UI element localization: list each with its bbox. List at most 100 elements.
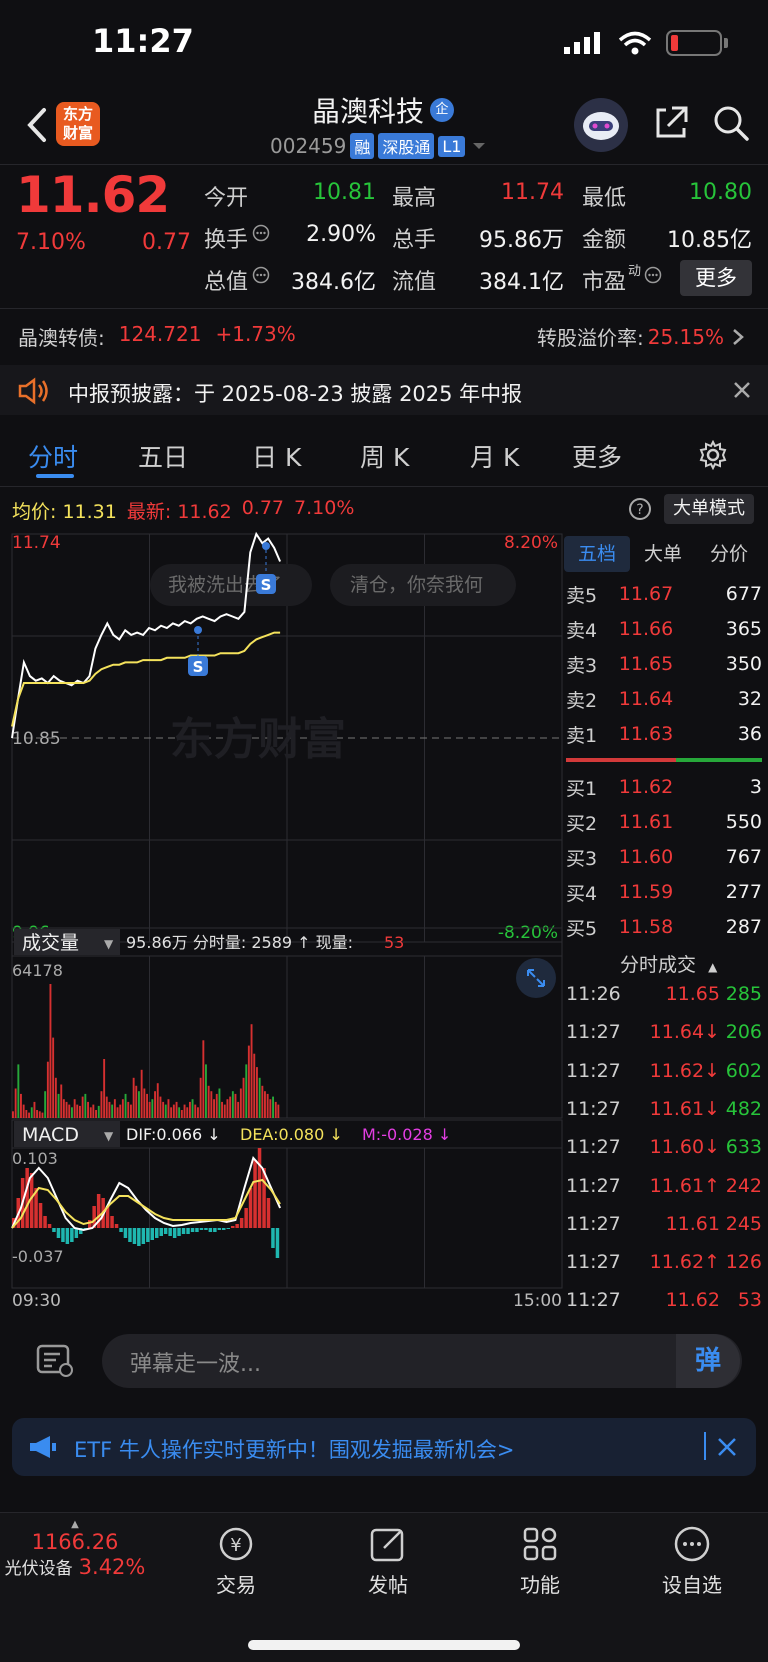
tab-underline [36,474,74,478]
level-label: 卖4 [566,619,598,642]
volume-bar [95,1110,97,1118]
trade-time: 11:27 [566,1059,621,1082]
level-price: 11.64 [618,688,674,710]
level-volume: 767 [725,846,762,868]
more-button[interactable]: 更多 [680,260,752,296]
stat-label: 最低 [582,186,627,211]
macd-hist-bar [119,1228,123,1232]
tab-monthly-k[interactable]: 月 K [470,438,519,474]
back-arrow-icon[interactable] [18,100,58,150]
volume-bar [20,1093,22,1118]
volume-bar [68,1104,71,1118]
premium-label: 转股溢价率: [536,326,644,350]
trade-volume: 206 [725,1021,762,1044]
big-order-mode-button[interactable]: 大单模式 [664,494,754,524]
trade-price: 11.62↑ [649,1251,720,1274]
tab-5day[interactable]: 五日 [138,438,188,474]
dropdown-icon[interactable] [469,139,489,153]
intraday-chart[interactable]: 东方财富我被洗出去了清仓，你奈我何11.7410.859.968.20%-8.2… [0,528,566,1308]
premium-rate[interactable]: 转股溢价率: 25.15% [537,322,748,351]
volume-bar [218,1088,221,1118]
level-price: 11.62 [618,776,674,798]
volume-bar [116,1107,119,1118]
order-book-row[interactable]: 卖1 11.63 36 [566,718,762,750]
volume-bar [239,1088,242,1118]
volume-bar [231,1091,234,1118]
volume-bar [97,1105,100,1118]
share-icon[interactable] [652,104,690,142]
volume-bar [258,1077,261,1118]
nav-functions[interactable]: 功能 [480,1524,600,1598]
tab-weekly-k[interactable]: 周 K [360,438,409,474]
volume-bar [253,1053,256,1118]
stock-name: 晶澳科技 [312,95,425,128]
order-book-row[interactable]: 买4 11.59 277 [566,876,762,908]
order-book-row[interactable]: 卖5 11.67 677 [566,578,762,610]
danmu-send-button[interactable]: 弹 [676,1334,740,1388]
order-book-row[interactable]: 买2 11.61 550 [566,806,762,838]
volume-bar [213,1099,215,1118]
volume-bar [49,984,52,1118]
nav-add-watchlist[interactable]: 设自选 [632,1524,752,1598]
level-volume: 36 [737,723,762,745]
tab-big-orders[interactable]: 大单 [630,536,696,572]
wifi-icon [618,31,652,55]
volume-bar [135,1085,138,1118]
settings-gear-icon[interactable] [698,440,728,470]
banner-close-icon[interactable] [716,1436,738,1458]
caret-up-icon: ▲ [71,1519,79,1530]
volume-bar [113,1099,116,1118]
trades-title[interactable]: 分时成交 ▲ [620,950,717,977]
nav-post[interactable]: 发帖 [328,1524,448,1598]
order-book-row[interactable]: 买3 11.60 767 [566,841,762,873]
tab-price-dist[interactable]: 分价 [696,536,762,572]
tab-five-levels[interactable]: 五档 [564,536,630,572]
volume-bar [261,1085,264,1118]
volume-bar [17,1064,20,1118]
trade-row: 11:27 11.61↓ 482 [566,1091,762,1127]
volume-bar [71,1107,73,1118]
sell-marker-label: S [193,658,204,676]
volume-bar [121,1099,124,1118]
trade-time: 11:27 [566,1289,621,1312]
nav-trade-label: 交易 [216,1573,256,1597]
watermark: 东方财富 [170,715,346,764]
premium-value: 25.15% [647,324,724,349]
trade-volume: 602 [725,1059,762,1082]
volume-bar [164,1104,167,1118]
volume-selector: 成交量 [22,932,79,954]
close-icon[interactable] [732,380,752,400]
convertible-bond[interactable]: 晶澳转债: 124.721 +1.73% [18,322,296,351]
volume-bar [221,1101,223,1118]
volume-bar [183,1104,186,1118]
volume-bar [124,1093,127,1118]
macd-hist-bar [110,1216,114,1228]
index-widget[interactable]: ▲ 1166.26 光伏设备 3.42% [0,1519,150,1580]
nav-trade[interactable]: ¥ 交易 [176,1524,296,1598]
volume-bar [33,1101,36,1118]
volume-bar [234,1093,237,1118]
order-book-row[interactable]: 卖2 11.64 32 [566,683,762,715]
volume-bar [119,1104,122,1118]
volume-bar [229,1096,232,1118]
tab-daily-k[interactable]: 日 K [252,438,301,474]
order-book-row[interactable]: 买1 11.62 3 [566,771,762,803]
order-book-row[interactable]: 卖4 11.66 365 [566,613,762,645]
volume-bar [175,1101,178,1118]
volume-bar [226,1099,229,1118]
robot-avatar-icon[interactable] [574,98,628,152]
volume-bar [189,1101,191,1118]
tab-intraday[interactable]: 分时 [28,438,78,474]
tab-more[interactable]: 更多 [572,438,622,474]
volume-bar [194,1104,197,1118]
volume-bar [81,1096,84,1118]
order-book-row[interactable]: 卖3 11.65 350 [566,648,762,680]
grid-icon [523,1527,557,1561]
help-icon[interactable]: ? [628,497,652,521]
danmu-toggle-icon[interactable] [34,1340,74,1380]
post-edit-icon [370,1528,404,1562]
index-value: 1166.26 [31,1530,119,1554]
search-icon[interactable] [712,104,750,142]
macd-hist-bar [231,1226,235,1228]
order-book-row[interactable]: 买5 11.58 287 [566,911,762,943]
